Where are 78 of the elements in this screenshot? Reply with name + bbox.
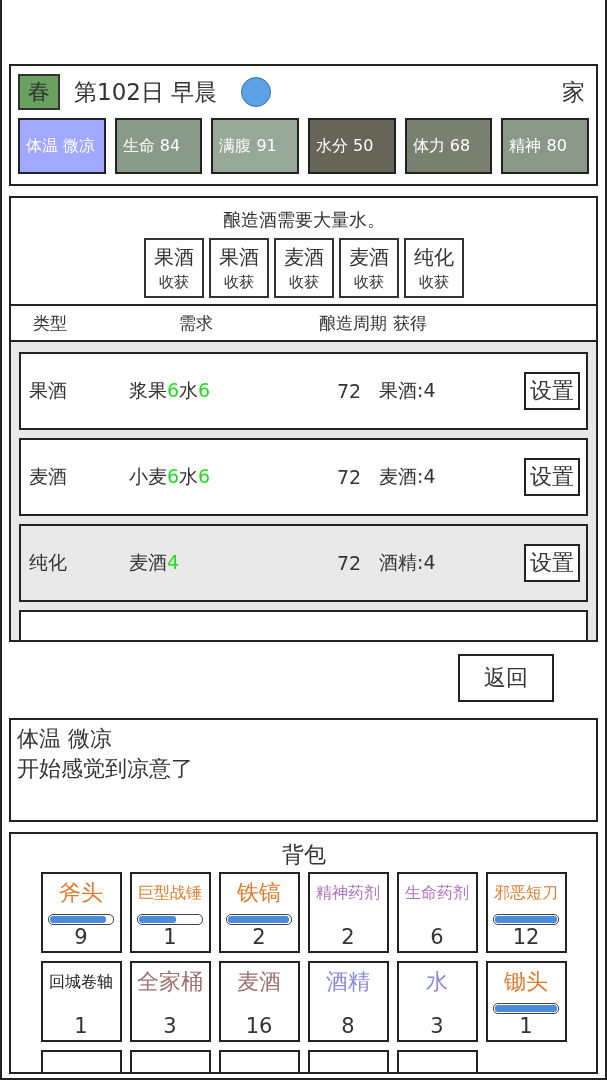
item-slot[interactable]: 铁镐 2 <box>218 872 300 953</box>
column-header: 酿造周期 <box>318 311 388 335</box>
column-header: 获得 <box>393 311 428 335</box>
item-slot[interactable]: 巨型战锤 1 <box>129 872 211 953</box>
message-title: 体温 微凉 <box>17 725 113 753</box>
item-slot[interactable]: 生命药剂 6 <box>396 872 478 953</box>
item-count: 12 <box>512 925 540 949</box>
harvest-button[interactable]: 麦酒 收获 <box>338 238 399 298</box>
item-count: 8 <box>341 1014 355 1038</box>
backpack-title: 背包 <box>281 841 326 869</box>
recipe-needs: 麦酒4 <box>129 550 181 575</box>
harvest-button[interactable]: 果酒 收获 <box>208 238 269 298</box>
item-name: 水 <box>426 968 448 996</box>
stat-tile: 体力 68 <box>404 118 493 174</box>
item-name: 铁镐 <box>237 879 281 907</box>
item-count: 2 <box>341 925 355 949</box>
stat-tile: 生命 84 <box>114 118 203 174</box>
item-name: 巨型战锤 <box>138 881 202 904</box>
item-count: 2 <box>252 925 266 949</box>
sun-icon <box>241 77 272 107</box>
harvest-button[interactable]: 纯化 收获 <box>403 238 464 298</box>
recipe-card[interactable]: 麦酒 小麦6水6 72 麦酒:4 设置 <box>19 438 588 516</box>
recipe-type: 果酒 <box>29 378 68 403</box>
message-text: 开始感觉到凉意了 <box>17 755 194 783</box>
recipe-yield: 酒精:4 <box>379 550 437 575</box>
item-count: 1 <box>74 1014 88 1038</box>
stat-tile: 满腹 91 <box>211 118 299 174</box>
recipe-needs: 小麦6水6 <box>129 464 212 489</box>
item-count: 3 <box>163 1014 177 1038</box>
item-slot[interactable]: 全家桶 3 <box>129 961 211 1042</box>
recipe-card[interactable]: 纯化 麦酒4 72 酒精:4 设置 <box>19 524 588 602</box>
item-count: 16 <box>245 1014 273 1038</box>
item-slot[interactable]: 锄头 1 <box>485 961 567 1042</box>
harvest-button[interactable]: 果酒 收获 <box>143 238 204 298</box>
recipe-yield: 麦酒:4 <box>379 464 437 489</box>
item-name: 全家桶 <box>137 968 203 996</box>
item-name: 生命药剂 <box>405 881 469 904</box>
item-slot[interactable]: 麦酒 16 <box>218 961 300 1042</box>
item-count: 6 <box>430 925 444 949</box>
item-name: 精神药剂 <box>316 881 380 904</box>
back-button[interactable]: 返回 <box>458 654 554 702</box>
set-button[interactable]: 设置 <box>524 372 580 410</box>
item-slot[interactable]: 精神药剂 2 <box>307 872 389 953</box>
item-name: 酒精 <box>326 968 370 996</box>
location-text: 家 <box>562 77 585 107</box>
recipe-type: 纯化 <box>29 550 68 575</box>
item-count: 3 <box>430 1014 444 1038</box>
season-label: 春 <box>18 74 60 110</box>
item-slot[interactable]: 邪恶短刀 12 <box>485 872 567 953</box>
item-count: 1 <box>163 925 177 949</box>
item-slot[interactable]: 水 3 <box>396 961 478 1042</box>
recipe-cycle: 72 <box>335 466 363 488</box>
item-count: 9 <box>74 925 88 949</box>
recipe-needs: 浆果6水6 <box>129 378 212 403</box>
item-name: 麦酒 <box>237 968 281 996</box>
set-button[interactable]: 设置 <box>524 544 580 582</box>
item-slot[interactable]: 酒精 8 <box>307 961 389 1042</box>
notice-text: 酿造酒需要大量水。 <box>222 208 385 232</box>
recipe-type: 麦酒 <box>29 464 68 489</box>
date-text: 第102日 早晨 <box>74 77 218 107</box>
item-name: 斧头 <box>59 879 103 907</box>
column-header: 需求 <box>178 311 214 335</box>
item-name: 锄头 <box>504 968 548 996</box>
recipe-card[interactable]: 果酒 浆果6水6 72 果酒:4 设置 <box>19 352 588 430</box>
item-slot[interactable]: 斧头 9 <box>40 872 122 953</box>
recipe-cycle: 72 <box>335 552 363 574</box>
stat-tile: 体温 微凉 <box>18 118 106 174</box>
stat-tile: 精神 80 <box>501 118 590 174</box>
item-name: 回城卷轴 <box>49 970 113 993</box>
recipe-yield: 果酒:4 <box>379 378 437 403</box>
item-name: 邪恶短刀 <box>494 881 558 904</box>
set-button[interactable]: 设置 <box>524 458 580 496</box>
harvest-button[interactable]: 麦酒 收获 <box>273 238 334 298</box>
item-slot[interactable]: 回城卷轴 1 <box>40 961 122 1042</box>
column-header: 类型 <box>33 311 68 335</box>
stat-tile: 水分 50 <box>308 118 396 174</box>
recipe-cycle: 72 <box>335 380 363 402</box>
item-count: 1 <box>519 1014 533 1038</box>
